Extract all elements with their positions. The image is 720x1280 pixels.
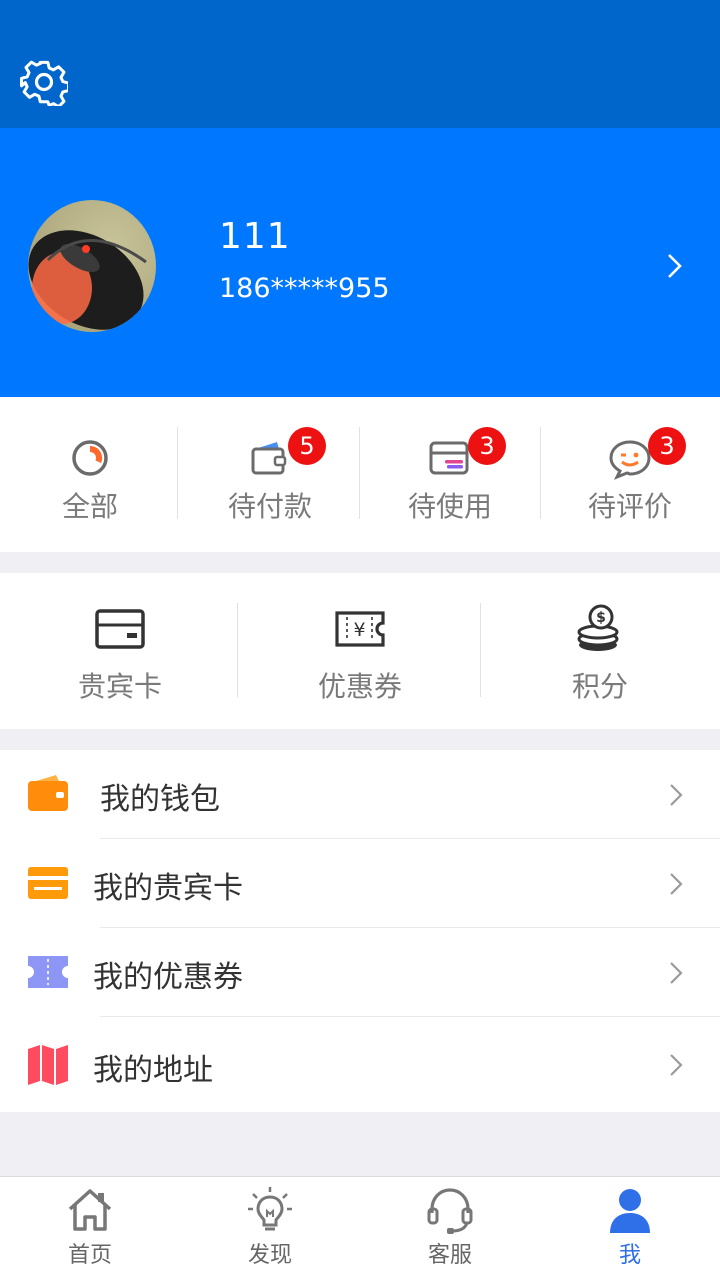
bottom-tab-bar: 首页 发现 客服 我	[0, 1176, 720, 1280]
tab-home[interactable]: 首页	[0, 1177, 180, 1280]
svg-text:$: $	[596, 610, 606, 626]
order-label: 待评价	[587, 490, 672, 523]
order-label: 待付款	[227, 490, 312, 523]
menu-item-vip-card[interactable]: 我的贵宾卡	[0, 839, 720, 928]
coins-icon: $	[577, 604, 619, 651]
divider	[540, 427, 541, 519]
card-icon	[28, 867, 68, 899]
svg-text:¥: ¥	[353, 619, 365, 641]
home-icon	[68, 1189, 112, 1231]
menu-label: 我的贵宾卡	[93, 871, 243, 906]
badge-count: 3	[468, 427, 506, 465]
menu-item-address[interactable]: 我的地址	[0, 1017, 720, 1112]
menu-list: 我的钱包 我的贵宾卡 我的优惠券 我的地址	[0, 750, 720, 1112]
chevron-right-icon	[670, 873, 683, 895]
tab-customer-service[interactable]: 客服	[360, 1177, 540, 1280]
tab-label: 首页	[67, 1243, 112, 1268]
order-pending-payment[interactable]: 待付款 5	[180, 397, 360, 552]
ticket-icon	[28, 956, 68, 988]
asset-label: 优惠券	[317, 670, 402, 703]
menu-item-wallet[interactable]: 我的钱包	[0, 750, 720, 839]
asset-points[interactable]: $ 积分	[480, 573, 720, 729]
gear-icon[interactable]	[20, 58, 68, 106]
profile-card[interactable]: 111 186*****955	[0, 128, 720, 397]
yen-ticket-icon: ¥	[335, 611, 385, 647]
map-icon	[28, 1045, 68, 1085]
tab-label: 发现	[247, 1243, 292, 1268]
menu-label: 我的地址	[93, 1053, 213, 1088]
divider	[480, 603, 481, 697]
badge-count: 3	[648, 427, 686, 465]
wallet-icon	[251, 442, 287, 475]
order-label: 全部	[61, 490, 118, 523]
user-icon	[610, 1189, 650, 1233]
chevron-right-icon[interactable]	[662, 252, 686, 280]
asset-coupon[interactable]: ¥ 优惠券	[240, 573, 480, 729]
tab-discover[interactable]: 发现	[180, 1177, 360, 1280]
divider	[359, 427, 360, 519]
badge-count: 5	[288, 427, 326, 465]
chevron-right-icon	[670, 784, 683, 806]
tab-me[interactable]: 我	[540, 1177, 720, 1280]
asset-vip-card[interactable]: 贵宾卡	[0, 573, 240, 729]
divider	[177, 427, 178, 519]
headset-icon	[427, 1188, 473, 1234]
order-to-use[interactable]: 待使用 3	[360, 397, 540, 552]
divider	[237, 603, 238, 697]
box-icon	[429, 441, 469, 475]
lightbulb-icon	[248, 1187, 292, 1231]
asset-label: 贵宾卡	[77, 670, 162, 703]
phone-number: 186*****955	[219, 273, 390, 304]
order-label: 待使用	[407, 490, 492, 523]
order-all[interactable]: 全部	[0, 397, 180, 552]
chevron-right-icon	[670, 962, 683, 984]
card-icon	[95, 609, 145, 649]
menu-item-coupon[interactable]: 我的优惠券	[0, 928, 720, 1017]
order-to-review[interactable]: 待评价 3	[540, 397, 720, 552]
order-status-bar: 全部 待付款 5 待使用 3 待评价 3	[0, 397, 720, 552]
pie-chart-icon	[72, 440, 108, 476]
wink-chat-icon	[609, 440, 651, 480]
chevron-right-icon	[670, 1054, 683, 1076]
menu-label: 我的钱包	[100, 782, 220, 817]
tab-label: 客服	[427, 1243, 472, 1268]
wallet-icon	[28, 775, 68, 811]
username: 111	[219, 216, 291, 257]
assets-bar: 贵宾卡 ¥ 优惠券 $ 积分	[0, 573, 720, 729]
tab-label: 我	[618, 1243, 641, 1268]
avatar[interactable]	[28, 200, 156, 332]
top-bar	[0, 0, 720, 128]
menu-label: 我的优惠券	[93, 960, 243, 995]
asset-label: 积分	[571, 670, 628, 703]
